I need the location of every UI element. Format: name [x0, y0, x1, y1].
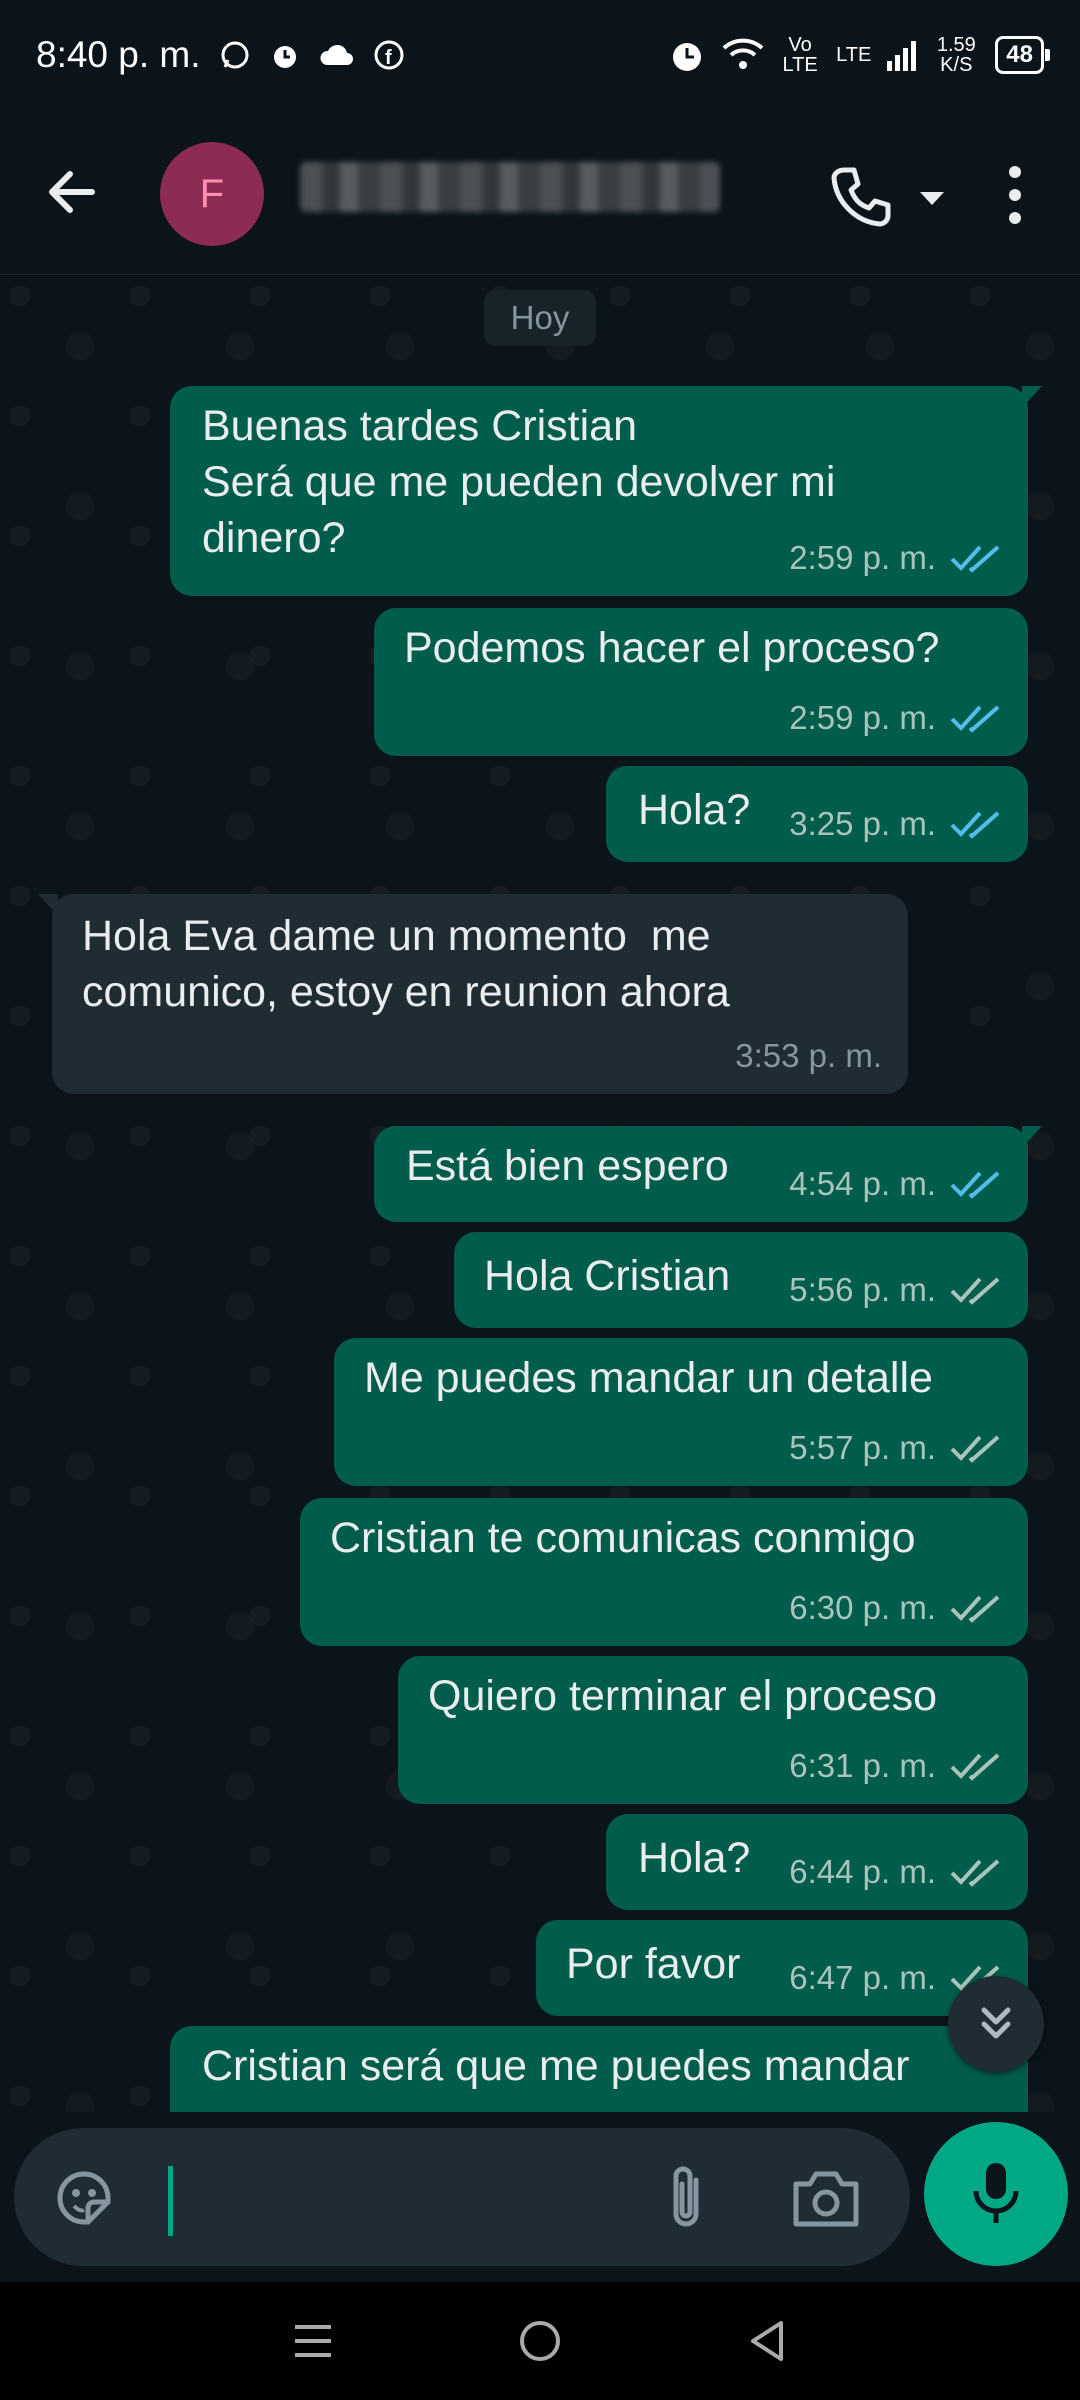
read-double-check-icon [950, 1171, 1000, 1199]
message-text: Cristian te comunicas conmigo [330, 1514, 916, 1562]
alarm-notification-icon [269, 39, 301, 71]
call-options-dropdown[interactable] [912, 178, 952, 218]
caret-down-icon [920, 192, 944, 205]
read-double-check-icon [950, 705, 1000, 733]
message-bubble-outgoing[interactable]: Buenas tardes Cristian Será que me puede… [170, 386, 1042, 596]
voice-message-button[interactable] [924, 2122, 1068, 2266]
attach-button[interactable] [658, 2162, 714, 2234]
message-bubble-outgoing[interactable]: Hola Cristian 5:56 p. m. [454, 1232, 1028, 1328]
circle-home-icon [519, 2321, 560, 2361]
home-button[interactable] [510, 2311, 570, 2371]
message-text: Hola Eva dame un momento me comunico, es… [82, 912, 730, 1016]
avatar-letter: F [199, 171, 225, 216]
contact-name[interactable] [300, 162, 720, 212]
delivered-double-check-icon [950, 1595, 1000, 1623]
contact-avatar[interactable]: F [160, 142, 264, 246]
message-time: 5:56 p. m. [789, 1271, 936, 1308]
message-time: 4:54 p. m. [789, 1165, 936, 1202]
menu-lines-icon [295, 2325, 332, 2357]
triangle-back-icon [750, 2321, 783, 2361]
camera-button[interactable] [790, 2166, 862, 2230]
sticker-button[interactable] [52, 2166, 116, 2230]
message-time: 6:30 p. m. [789, 1589, 936, 1626]
message-bubble-outgoing[interactable]: Podemos hacer el proceso? 2:59 p. m. [374, 608, 1028, 756]
message-text: Hola? [638, 786, 751, 834]
message-text: Por favor [566, 1940, 741, 1988]
message-bubble-outgoing[interactable]: Está bien espero 4:54 p. m. [374, 1126, 1042, 1222]
message-bubble-outgoing[interactable]: Cristian será que me puedes mandar [170, 2026, 1042, 2112]
status-bar: 8:40 p. m. f Vo LTE LTE 1.59 K/S 48 [0, 0, 1080, 110]
message-time: 6:47 p. m. [789, 1959, 936, 1996]
scroll-to-bottom-button[interactable] [948, 1976, 1044, 2072]
message-time: 6:44 p. m. [789, 1853, 936, 1890]
message-time: 3:25 p. m. [789, 805, 936, 842]
message-text: Quiero terminar el proceso [428, 1672, 938, 1720]
status-time: 8:40 p. m. [36, 34, 201, 75]
back-nav-button[interactable] [737, 2311, 797, 2371]
more-options-button[interactable] [990, 160, 1040, 230]
message-bubble-outgoing[interactable]: Me puedes mandar un detalle 5:57 p. m. [334, 1338, 1028, 1486]
read-double-check-icon [950, 811, 1000, 839]
message-text: Hola Cristian [484, 1252, 731, 1300]
recents-button[interactable] [283, 2311, 343, 2371]
message-bubble-outgoing[interactable]: Hola? 6:44 p. m. [606, 1814, 1028, 1910]
message-time: 5:57 p. m. [789, 1429, 936, 1466]
delivered-double-check-icon [950, 1753, 1000, 1781]
text-cursor [168, 2166, 173, 2236]
facebook-notification-icon: f [373, 39, 405, 71]
system-navigation-bar [0, 2282, 1080, 2400]
message-bubble-outgoing[interactable]: Cristian te comunicas conmigo 6:30 p. m. [300, 1498, 1028, 1646]
phone-icon [831, 167, 891, 227]
double-chevron-down-icon [981, 2007, 1011, 2039]
delivered-double-check-icon [950, 1859, 1000, 1887]
message-input[interactable] [182, 2168, 662, 2228]
message-text: Está bien espero [406, 1142, 729, 1190]
svg-text:f: f [385, 47, 392, 69]
message-bubble-outgoing[interactable]: Quiero terminar el proceso 6:31 p. m. [398, 1656, 1028, 1804]
message-bubble-outgoing[interactable]: Hola? 3:25 p. m. [606, 766, 1028, 862]
voice-call-button[interactable] [826, 162, 896, 232]
chat-header: F [0, 110, 1080, 275]
message-text: Cristian será que me puedes mandar [202, 2042, 910, 2090]
microphone-icon [973, 2163, 1019, 2223]
message-time: 2:59 p. m. [789, 699, 936, 736]
battery-indicator: 48 [995, 36, 1050, 74]
wifi-icon [722, 38, 764, 72]
message-text: Podemos hacer el proceso? [404, 624, 940, 672]
message-time: 6:31 p. m. [789, 1747, 936, 1784]
alarm-icon [668, 36, 706, 74]
delivered-double-check-icon [950, 1435, 1000, 1463]
message-time: 3:53 p. m. [735, 1037, 882, 1074]
message-text: Me puedes mandar un detalle [364, 1354, 933, 1402]
back-button[interactable] [42, 162, 102, 222]
sticker-icon [57, 2171, 111, 2225]
date-chip: Hoy [484, 290, 596, 346]
message-composer [0, 2112, 1080, 2282]
message-text: Buenas tardes Cristian Será que me puede… [202, 402, 836, 562]
volte-label: Vo LTE [782, 34, 818, 76]
message-text: Hola? [638, 1834, 751, 1882]
arrow-left-icon [49, 171, 95, 213]
network-speed: 1.59 K/S [936, 34, 976, 76]
camera-icon [793, 2171, 859, 2227]
message-bubble-incoming[interactable]: Hola Eva dame un momento me comunico, es… [38, 894, 908, 1094]
signal-icon [887, 39, 917, 71]
paperclip-icon [673, 2166, 699, 2227]
delivered-double-check-icon [950, 1277, 1000, 1305]
message-list[interactable]: Hoy Buenas tardes Cristian Será que me p… [0, 276, 1080, 2112]
message-time: 2:59 p. m. [789, 539, 936, 576]
message-input-container[interactable] [14, 2128, 910, 2266]
read-double-check-icon [950, 545, 1000, 573]
kebab-menu-icon [1009, 166, 1021, 224]
whatsapp-notification-icon [219, 39, 251, 71]
cloud-notification-icon [319, 41, 355, 69]
lte-label: LTE [836, 43, 872, 66]
